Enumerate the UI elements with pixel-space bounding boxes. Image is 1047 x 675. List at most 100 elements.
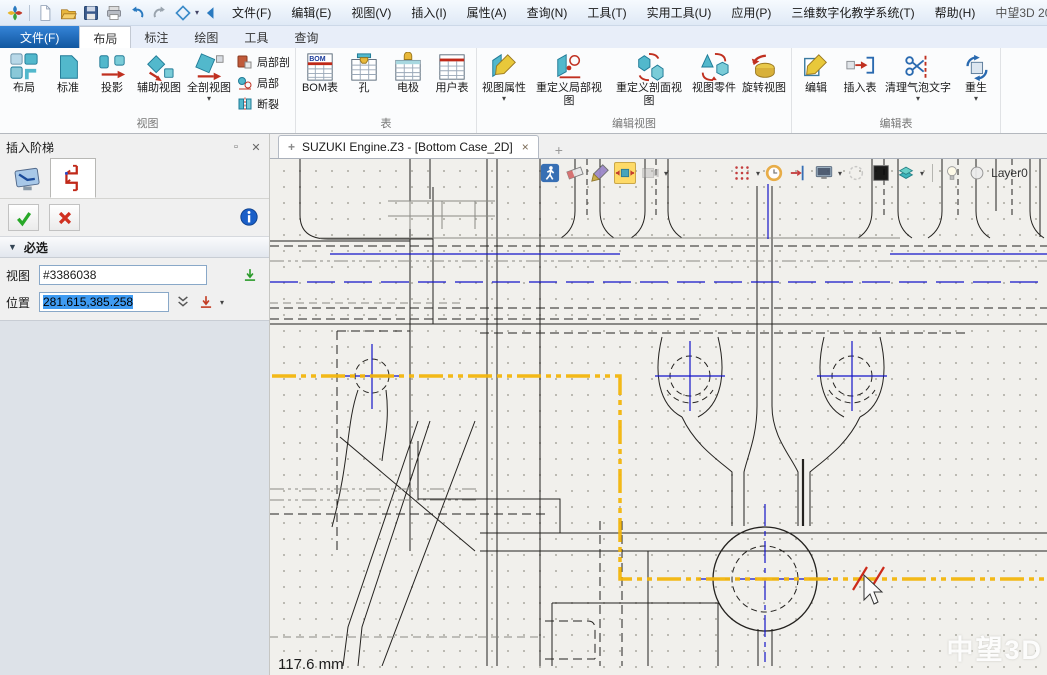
- dashed-circle-icon[interactable]: [845, 162, 867, 184]
- cancel-button[interactable]: [49, 204, 80, 231]
- ribbon-tab-inquire[interactable]: 查询: [281, 26, 331, 48]
- new-tab-button[interactable]: +: [549, 142, 569, 158]
- ribbon-button-label: 孔: [359, 82, 370, 95]
- ribbon-tab-row: 文件(F)布局标注绘图工具查询: [0, 26, 1047, 48]
- ribbon-group-label-view: 视图: [2, 117, 293, 133]
- dropdown-icon[interactable]: ▾: [920, 170, 924, 177]
- dropdown-icon[interactable]: ▾: [207, 95, 211, 102]
- drawing-canvas[interactable]: ▾ ▾ ▾ ▾ Layer0: [270, 159, 1047, 675]
- dot-grid-icon[interactable]: [731, 162, 753, 184]
- menu-utilities[interactable]: 实用工具(U): [637, 2, 722, 23]
- ribbon-button-label: 重定义剖面视图: [612, 82, 686, 108]
- view-navigation-icon[interactable]: [172, 2, 193, 23]
- ribbon-button-standard[interactable]: 标准: [46, 50, 90, 95]
- ribbon-button-auxiliary-view[interactable]: 辅助视图: [134, 50, 184, 95]
- save-icon[interactable]: [80, 2, 101, 23]
- snap-line-icon[interactable]: [788, 162, 810, 184]
- menu-help[interactable]: 帮助(H): [925, 2, 986, 23]
- menu-edit[interactable]: 编辑(E): [281, 2, 341, 23]
- ribbon-button-user-table[interactable]: 用户表: [430, 50, 474, 95]
- ribbon-button-redefine-local-view[interactable]: 重定义局部视图: [529, 50, 609, 108]
- ribbon-button-full-section-view[interactable]: 全剖视图▾: [184, 50, 234, 102]
- panel-title: 插入阶梯: [6, 139, 54, 156]
- ribbon-tab-annotation[interactable]: 标注: [131, 26, 181, 48]
- menu-tools[interactable]: 工具(T): [577, 2, 636, 23]
- ribbon-button-redefine-section-view[interactable]: 重定义剖面视图: [609, 50, 689, 108]
- insert-view-icon[interactable]: [241, 266, 259, 284]
- black-square-swatch[interactable]: [870, 162, 892, 184]
- dropdown-icon[interactable]: ▾: [664, 170, 668, 177]
- bulb-icon[interactable]: [941, 162, 963, 184]
- local-view-icon: [237, 75, 253, 91]
- clock-icon[interactable]: [763, 162, 785, 184]
- ribbon-tab-tools[interactable]: 工具: [231, 26, 281, 48]
- redo-icon[interactable]: [149, 2, 170, 23]
- ribbon-button-layout[interactable]: 布局: [2, 50, 46, 95]
- view-navigation-dropdown-icon[interactable]: ▾: [195, 8, 199, 17]
- ribbon-button-electrode[interactable]: 电极: [386, 50, 430, 95]
- ribbon-button-view-attributes[interactable]: 视图属性▾: [479, 50, 529, 102]
- panel-close-button[interactable]: ✕: [249, 140, 263, 154]
- watermark: 中望3D: [946, 628, 1043, 667]
- menu-view[interactable]: 视图(V): [341, 2, 401, 23]
- view-field-label: 视图: [6, 267, 34, 284]
- drag-view-icon[interactable]: [614, 162, 636, 184]
- dropdown-icon[interactable]: ▾: [838, 170, 842, 177]
- ribbon-tab-drawing[interactable]: 绘图: [181, 26, 231, 48]
- print-icon[interactable]: [103, 2, 124, 23]
- menu-insert[interactable]: 插入(I): [401, 2, 456, 23]
- dropdown-icon[interactable]: ▾: [756, 170, 760, 177]
- ribbon-button-clean-bubble-text[interactable]: 清理气泡文字▾: [882, 50, 954, 102]
- back-icon[interactable]: [200, 2, 221, 23]
- ribbon-tab-layout[interactable]: 布局: [79, 26, 131, 48]
- ribbon-button-break[interactable]: 断裂: [234, 93, 293, 114]
- rotate-view-icon: [749, 52, 779, 82]
- walk-icon[interactable]: [539, 162, 561, 184]
- ribbon-button-regen-table[interactable]: 重生▾: [954, 50, 998, 102]
- new-file-icon[interactable]: [34, 2, 55, 23]
- menu-applications[interactable]: 应用(P): [721, 2, 781, 23]
- undo-icon[interactable]: [126, 2, 147, 23]
- ribbon-tab-file[interactable]: 文件(F): [0, 26, 79, 48]
- menu-education-system[interactable]: 三维数字化教学系统(T): [781, 2, 924, 23]
- ribbon-button-hole[interactable]: 孔: [342, 50, 386, 95]
- pick-point-icon[interactable]: [197, 293, 215, 311]
- ribbon-button-bom-table[interactable]: BOMBOM表: [298, 50, 342, 95]
- ribbon-button-insert-table[interactable]: 插入表: [838, 50, 882, 95]
- brush-icon[interactable]: [589, 162, 611, 184]
- bom-table-icon: BOM: [305, 52, 335, 82]
- dropdown-icon[interactable]: ▾: [916, 95, 920, 102]
- ribbon-button-projection[interactable]: 投影: [90, 50, 134, 95]
- required-section-header[interactable]: ▼ 必选: [0, 236, 269, 258]
- edit-icon: [801, 52, 831, 82]
- monitor-icon[interactable]: [813, 162, 835, 184]
- eraser-icon[interactable]: [564, 162, 586, 184]
- info-icon[interactable]: [239, 207, 261, 229]
- dropdown-icon[interactable]: ▾: [974, 95, 978, 102]
- dropdown-icon[interactable]: ▾: [502, 95, 506, 102]
- pick-point-dropdown-icon[interactable]: ▾: [220, 299, 224, 306]
- circle-swatch-icon[interactable]: [966, 162, 988, 184]
- expand-more-icon[interactable]: [174, 293, 192, 311]
- camera-icon[interactable]: [639, 162, 661, 184]
- panel-tab-step[interactable]: [50, 158, 96, 198]
- document-tab[interactable]: + SUZUKI Engine.Z3 - [Bottom Case_2D] ×: [278, 135, 539, 158]
- panel-minimize-button[interactable]: ▫: [229, 140, 243, 154]
- menu-inquire[interactable]: 查询(N): [517, 2, 578, 23]
- open-file-icon[interactable]: [57, 2, 78, 23]
- menu-attributes[interactable]: 属性(A): [457, 2, 517, 23]
- menu-file[interactable]: 文件(F): [222, 2, 281, 23]
- ribbon-button-local[interactable]: 局部: [234, 72, 293, 93]
- document-close-icon[interactable]: ×: [520, 140, 529, 154]
- layers-icon[interactable]: [895, 162, 917, 184]
- position-field[interactable]: 281.615,385.258: [39, 292, 169, 312]
- ribbon-button-view-part[interactable]: 视图零件: [689, 50, 739, 95]
- layer-selector[interactable]: Layer0: [991, 166, 1028, 180]
- panel-tab-preview[interactable]: [4, 160, 50, 198]
- ribbon-button-edit[interactable]: 编辑: [794, 50, 838, 95]
- ribbon-button-local-section[interactable]: 局部剖: [234, 51, 293, 72]
- view-field[interactable]: #3386038: [39, 265, 207, 285]
- ok-button[interactable]: [8, 204, 39, 231]
- ribbon-button-rotate-view[interactable]: 旋转视图: [739, 50, 789, 95]
- title-menu-bar: ▾ 文件(F)编辑(E)视图(V)插入(I)属性(A)查询(N)工具(T)实用工…: [0, 0, 1047, 26]
